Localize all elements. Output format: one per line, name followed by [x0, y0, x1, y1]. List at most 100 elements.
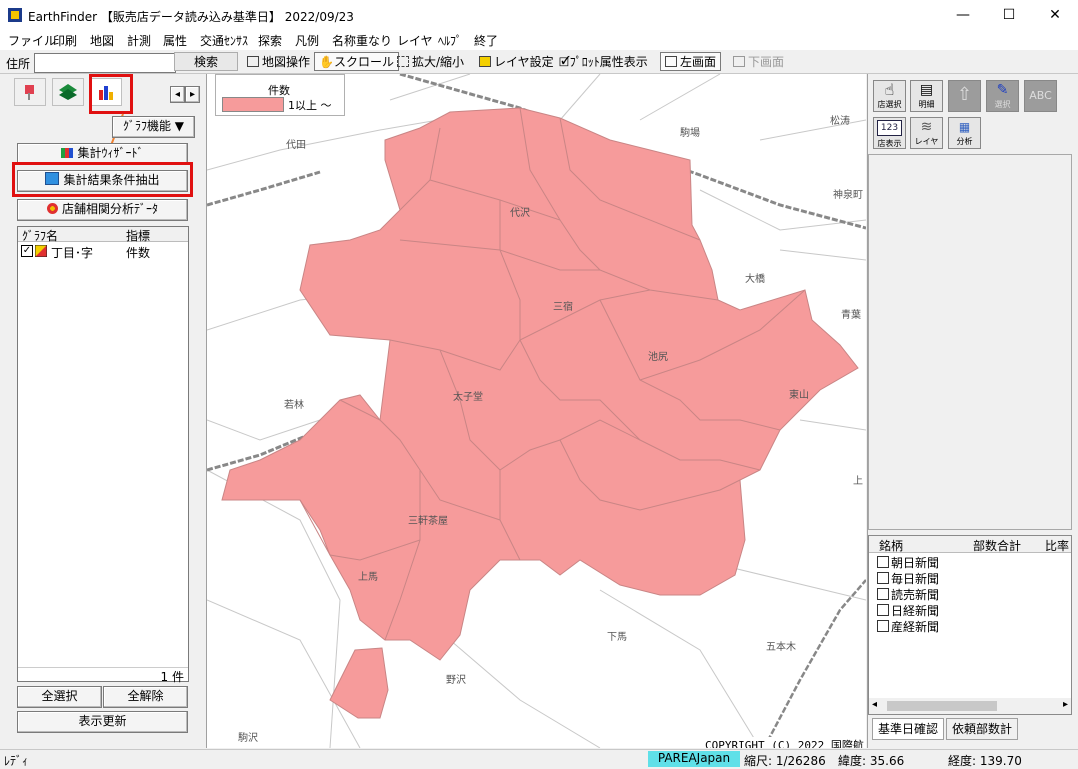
layer-button[interactable]: ≋ レイヤ: [910, 117, 943, 149]
scroll-button[interactable]: ✋スクロール: [314, 52, 399, 71]
menu-explore[interactable]: 探索: [258, 32, 282, 49]
map-label-kami: 上: [853, 475, 863, 487]
maximize-button[interactable]: ☐: [986, 0, 1032, 30]
row-checkbox[interactable]: [877, 572, 889, 584]
railway-line-west: [207, 170, 321, 207]
header-index[interactable]: 指標: [126, 227, 150, 244]
row-checkbox[interactable]: [877, 620, 889, 632]
select-all-button[interactable]: 全選択: [17, 686, 102, 708]
map-label-daizawa: 代沢: [510, 206, 530, 219]
map-label-ohashi: 大橋: [745, 272, 765, 285]
menu-print[interactable]: 印刷: [53, 32, 77, 49]
menu-measure[interactable]: 計測: [127, 32, 151, 49]
bottom-screen-button[interactable]: 下画面: [728, 52, 789, 71]
grid-row[interactable]: 日経新聞: [869, 601, 1071, 618]
menu-map[interactable]: 地図: [90, 32, 114, 49]
list-item[interactable]: ✓ 丁目･字 件数: [18, 244, 188, 260]
grid-hscrollbar[interactable]: ◂ ▸: [869, 698, 1071, 714]
clear-all-button[interactable]: 全解除: [103, 686, 188, 708]
tab-layers[interactable]: [52, 78, 84, 106]
grid-row[interactable]: 産経新聞: [869, 617, 1071, 634]
layer-label: レイヤ: [914, 137, 939, 146]
arrow-up-button[interactable]: ⇧: [948, 80, 981, 112]
header-total[interactable]: 部数合計: [973, 537, 1021, 554]
zoom-label: 拡大/縮小: [412, 55, 465, 69]
pin-icon: [25, 85, 34, 100]
tab-plot[interactable]: [14, 78, 46, 106]
row-checkbox[interactable]: [877, 604, 889, 616]
menu-name-overlap[interactable]: 名称重なり: [332, 32, 392, 49]
hand-icon: ✋: [319, 55, 334, 69]
grid-row[interactable]: 朝日新聞: [869, 553, 1071, 570]
tab-prev-button[interactable]: ◂: [170, 86, 185, 103]
header-brand[interactable]: 銘柄: [879, 537, 903, 554]
grid-row[interactable]: 毎日新聞: [869, 569, 1071, 586]
status-longitude: 経度: 139.70: [948, 754, 1022, 768]
map-copyright: COPYRIGHT (C) 2022 国際航業: [705, 737, 866, 748]
app-icon: [8, 8, 22, 22]
tab-request-count[interactable]: 依頼部数計: [946, 718, 1018, 740]
scroll-label: スクロール: [333, 55, 394, 69]
refresh-button[interactable]: 表示更新: [17, 711, 188, 733]
map-label-nozawa: 野沢: [446, 673, 466, 686]
status-scale: 縮尺: 1/26286: [744, 754, 826, 768]
analysis-label: 分析: [956, 137, 973, 146]
left-screen-label: 左画面: [680, 55, 717, 69]
close-button[interactable]: ✕: [1032, 0, 1078, 30]
map-canvas[interactable]: 駒場 代田 松涛 神泉町 代沢 大橋 青葉 三宿 池尻 太子堂 東山 若林 三軒…: [207, 74, 866, 748]
header-graph-name[interactable]: ｸﾞﾗﾌ名: [22, 227, 58, 244]
menu-file[interactable]: ファイル: [8, 32, 56, 49]
row-brand: 産経新聞: [891, 620, 940, 634]
layer-settings-button[interactable]: レイヤ設定: [474, 52, 559, 71]
scroll-left-icon[interactable]: ◂: [872, 699, 877, 710]
store-select-button[interactable]: ☝ 店選択: [873, 80, 906, 112]
graph-count: 1 件: [160, 670, 184, 684]
graph-list[interactable]: ｸﾞﾗﾌ名 指標 ✓ 丁目･字 件数 1 件: [17, 226, 189, 684]
header-ratio[interactable]: 比率: [1045, 537, 1069, 554]
plot-attribute-button[interactable]: 🗹ﾌﾟﾛｯﾄ属性表示: [554, 52, 653, 71]
list-item-checkbox[interactable]: ✓: [21, 245, 33, 257]
menu-exit[interactable]: 終了: [474, 32, 498, 49]
correlation-button[interactable]: 店舗相関分析ﾃﾞｰﾀ: [17, 199, 188, 221]
bottom-screen-icon: [733, 56, 745, 67]
search-button[interactable]: 検索: [174, 52, 238, 71]
hand-pointer-icon: ☝: [884, 80, 895, 99]
scroll-thumb[interactable]: [887, 701, 997, 711]
map-operation-button[interactable]: 地図操作: [242, 52, 315, 71]
grid-row[interactable]: 読売新聞: [869, 585, 1071, 602]
scroll-right-icon[interactable]: ▸: [1063, 699, 1068, 710]
details-button[interactable]: ▤ 明細: [910, 80, 943, 112]
map-label-daita: 代田: [286, 139, 306, 151]
map-label-matsubara: 松涛: [830, 114, 850, 127]
menu-attribute[interactable]: 属性: [163, 32, 187, 49]
map-op-icon: [247, 56, 259, 67]
store-display-icon: 123: [877, 120, 902, 136]
left-screen-button[interactable]: 左画面: [660, 52, 722, 71]
menu-traffic[interactable]: 交通ｾﾝｻｽ: [200, 32, 248, 49]
menu-legend[interactable]: 凡例: [295, 32, 319, 49]
map-label-komaba: 駒場: [680, 126, 700, 139]
newspaper-grid[interactable]: 銘柄 部数合計 比率 朝日新聞 毎日新聞 読売新聞 日経新聞 産経新聞 ◂ ▸: [868, 535, 1072, 715]
tab-next-button[interactable]: ▸: [185, 86, 200, 103]
map-label-kamiuma: 上馬: [358, 571, 378, 583]
legend-swatch: [222, 97, 284, 112]
row-checkbox[interactable]: [877, 588, 889, 600]
analysis-button[interactable]: ▦ 分析: [948, 117, 981, 149]
graph-function-dropdown[interactable]: ｸﾞﾗﾌ機能 ▼: [112, 116, 195, 138]
store-display-label: 店表示: [877, 139, 902, 148]
row-checkbox[interactable]: [877, 556, 889, 568]
pen-select-button[interactable]: ✎ 選択: [986, 80, 1019, 112]
menu-layer[interactable]: レイヤ: [397, 32, 433, 49]
list-item-name: 丁目･字: [51, 246, 94, 260]
status-brand: PAREAJapan: [648, 751, 740, 767]
minimize-button[interactable]: —: [940, 0, 986, 30]
menu-help[interactable]: ﾍﾙﾌﾟ: [438, 32, 462, 49]
zoom-button[interactable]: 拡大/縮小: [392, 52, 469, 71]
tab-base-date[interactable]: 基準日確認: [872, 718, 944, 740]
target-icon: [46, 203, 58, 214]
legend-title: 件数: [268, 84, 290, 97]
map-view[interactable]: 駒場 代田 松涛 神泉町 代沢 大橋 青葉 三宿 池尻 太子堂 東山 若林 三軒…: [207, 74, 866, 748]
store-display-button[interactable]: 123 店表示: [873, 117, 906, 149]
address-input[interactable]: [34, 53, 176, 73]
abc-button[interactable]: ABC: [1024, 80, 1057, 112]
